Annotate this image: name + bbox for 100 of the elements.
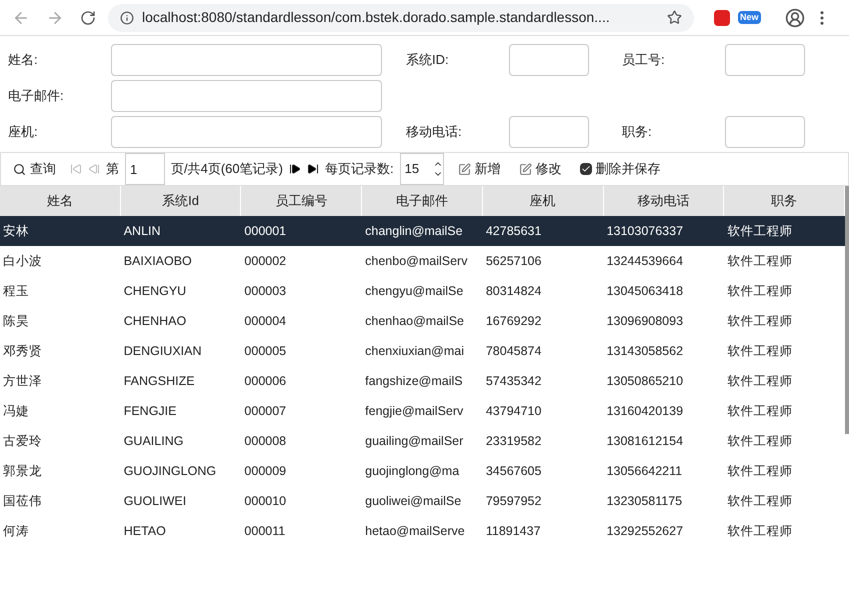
table-row[interactable]: 安林 ANLIN 000001 changlin@mailSe 42785631 13103076337 软件工程师 xyxy=(0,216,845,246)
table-cell-text: 软件工程师 xyxy=(726,492,794,510)
table-cell-text: 白小波 xyxy=(2,252,43,270)
page-input[interactable]: 1 xyxy=(125,153,165,185)
input-field[interactable] xyxy=(509,44,589,76)
table-cell-text: CHENHAO xyxy=(122,312,188,330)
table-cell-text: 软件工程师 xyxy=(726,432,794,450)
address-bar[interactable]: localhost:8080/standardlesson/com.bstek.dorado.sample.standardlesson.... xyxy=(108,4,694,32)
pencil-icon xyxy=(458,162,471,176)
input-field[interactable] xyxy=(111,80,382,112)
field-label: 电子邮件: xyxy=(7,87,65,106)
table-cell-text: GUOJINGLONG xyxy=(122,462,218,480)
table-cell-text: 78045874 xyxy=(484,342,542,360)
table-cell-text: 13160420139 xyxy=(606,402,684,420)
table-cell-text: DENGIUXIAN xyxy=(122,342,202,360)
table-cell-text: 16769292 xyxy=(484,312,542,330)
field-label: 姓名: xyxy=(7,51,39,70)
field-label: 座机: xyxy=(7,123,39,142)
table-cell-text: hetao@mailServe xyxy=(364,522,466,540)
last-page-icon[interactable] xyxy=(306,163,319,175)
table-cell-text: 79597952 xyxy=(484,492,542,510)
table-cell-text: 13050865210 xyxy=(606,372,684,390)
table-cell-text: 57435342 xyxy=(484,372,542,390)
pencil-icon xyxy=(518,162,532,176)
input-field[interactable] xyxy=(725,44,805,76)
table-cell-text: 000007 xyxy=(243,402,288,420)
table-cell-text: 13292552627 xyxy=(606,522,684,540)
table-cell-text: 23319582 xyxy=(484,432,542,450)
table-cell-text: 000005 xyxy=(243,342,288,360)
table-cell-text: 郭景龙 xyxy=(2,462,43,480)
table-cell-text: 000004 xyxy=(243,312,288,330)
url-text: localhost:8080/standardlesson/com.bstek.dorado.sample.standardlesson.... xyxy=(142,8,611,27)
table-cell-text: 13056642211 xyxy=(606,462,684,480)
extension-badge[interactable]: New xyxy=(738,10,761,24)
table-cell-text: 000008 xyxy=(243,432,288,450)
scrollbar[interactable] xyxy=(845,186,849,434)
page-size-label: 每页记录数: xyxy=(324,160,394,178)
table-cell-text: guailing@mailSer xyxy=(364,432,464,450)
table-cell-text: 软件工程师 xyxy=(726,522,794,540)
table-cell-text: 13081612154 xyxy=(606,432,684,450)
checkbox[interactable] xyxy=(580,163,592,175)
table-cell-text: 冯婕 xyxy=(2,402,30,420)
info-icon[interactable] xyxy=(120,10,134,24)
table-cell-text: 古爱玲 xyxy=(2,432,43,450)
add-button[interactable]: 新增 xyxy=(458,159,501,179)
table-cell-text: GUAILING xyxy=(122,432,184,450)
field-label: 职务: xyxy=(622,123,653,142)
table-cell-text: ANLIN xyxy=(122,222,162,240)
table-cell-text: 000010 xyxy=(243,492,288,510)
table-cell-text: 34567605 xyxy=(484,462,542,480)
table-cell-text: 000009 xyxy=(243,462,288,480)
table-cell-text: 13244539664 xyxy=(606,252,684,270)
page-info: 页/共4页(60笔记录) xyxy=(171,160,283,178)
table-cell-text: chengyu@mailSe xyxy=(364,282,464,300)
table-cell-text: 程玉 xyxy=(2,282,30,300)
profile-icon[interactable] xyxy=(784,8,805,28)
table-cell-text: 56257106 xyxy=(484,252,542,270)
table-cell-text: 软件工程师 xyxy=(726,282,794,300)
table-cell-text: chenbo@mailServ xyxy=(364,252,468,270)
input-field[interactable] xyxy=(509,116,589,148)
table-cell-text: 陈昊 xyxy=(2,312,30,330)
table-cell-text: 软件工程师 xyxy=(726,312,794,330)
field-label: 员工号: xyxy=(622,51,666,70)
table-cell-text: 80314824 xyxy=(484,282,542,300)
table-cell-text: guojinglong@ma xyxy=(364,462,460,480)
table-cell-text: fangshize@mailS xyxy=(364,372,464,390)
table-cell-text: 软件工程师 xyxy=(726,402,794,420)
bookmark-star-icon[interactable] xyxy=(667,10,682,25)
field-label: 系统ID: xyxy=(406,51,450,70)
input-field[interactable] xyxy=(111,116,382,148)
table-cell-text: 软件工程师 xyxy=(726,222,794,240)
table-cell-text: 000001 xyxy=(243,222,288,240)
table-cell-text: 11891437 xyxy=(484,522,542,540)
table-cell-text: GUOLIWEI xyxy=(122,492,188,510)
table-cell-text: 软件工程师 xyxy=(726,252,794,270)
table-cell-text: HETAO xyxy=(122,522,167,540)
input-field[interactable] xyxy=(725,116,805,148)
field-label: 移动电话: xyxy=(406,123,463,142)
next-page-icon[interactable] xyxy=(288,163,301,175)
search-icon xyxy=(13,162,26,176)
table-cell-text: chenhao@mailSe xyxy=(364,312,465,330)
table-cell-text: 43794710 xyxy=(484,402,542,420)
table-cell-text: 邓秀贤 xyxy=(2,342,43,360)
page-size-spinner[interactable]: 15 xyxy=(400,153,444,185)
table-cell-text: FENGJIE xyxy=(122,402,178,420)
table-cell-text: 13230581175 xyxy=(606,492,684,510)
table-cell-text: 软件工程师 xyxy=(726,462,794,480)
input-field[interactable] xyxy=(111,44,382,76)
table-cell-text: 13103076337 xyxy=(606,222,684,240)
table-cell-text: 方世泽 xyxy=(2,372,43,390)
edit-button[interactable]: 修改 xyxy=(518,159,562,179)
previous-page-icon[interactable] xyxy=(88,163,100,175)
page-prefix: 第 xyxy=(106,160,119,178)
table-cell-text: 13143058562 xyxy=(606,342,684,360)
query-button[interactable]: 查询 xyxy=(13,159,56,179)
reload-icon[interactable] xyxy=(80,10,96,26)
first-page-icon[interactable] xyxy=(70,163,82,175)
table-cell-text: 13045063418 xyxy=(606,282,684,300)
table-cell-text: 软件工程师 xyxy=(726,342,794,360)
table-cell-text: CHENGYU xyxy=(122,282,188,300)
